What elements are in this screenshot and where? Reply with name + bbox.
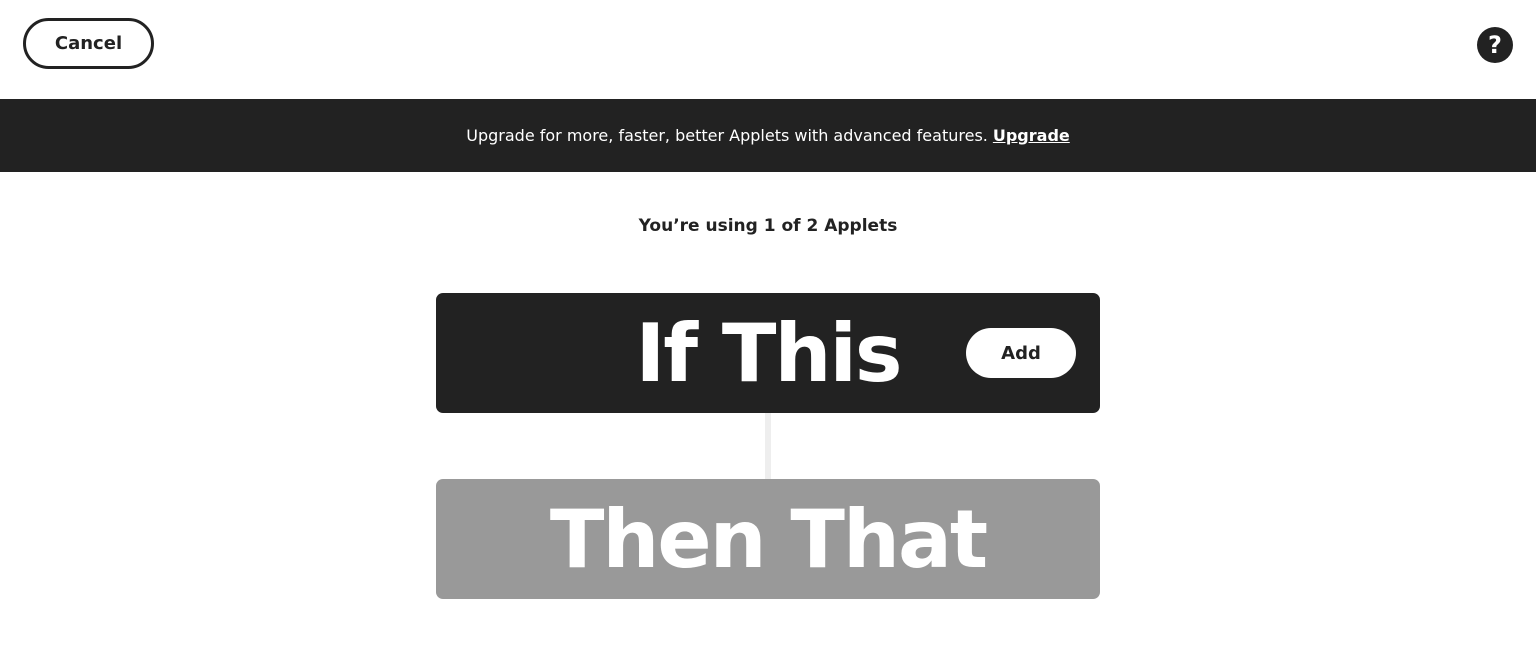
upgrade-banner: Upgrade for more, faster, better Applets… — [0, 99, 1536, 172]
top-bar: Cancel ? — [0, 0, 1536, 99]
help-icon[interactable]: ? — [1477, 27, 1513, 63]
cancel-button[interactable]: Cancel — [23, 18, 154, 69]
add-trigger-button[interactable]: Add — [966, 328, 1076, 378]
step-connector — [765, 413, 771, 479]
if-this-card[interactable]: If This Add — [436, 293, 1100, 413]
upgrade-message: Upgrade for more, faster, better Applets… — [466, 126, 988, 145]
upgrade-link[interactable]: Upgrade — [993, 126, 1070, 145]
applet-usage-text: You’re using 1 of 2 Applets — [638, 216, 898, 236]
then-that-card: Then That — [436, 479, 1100, 599]
then-that-title: Then That — [549, 492, 988, 586]
